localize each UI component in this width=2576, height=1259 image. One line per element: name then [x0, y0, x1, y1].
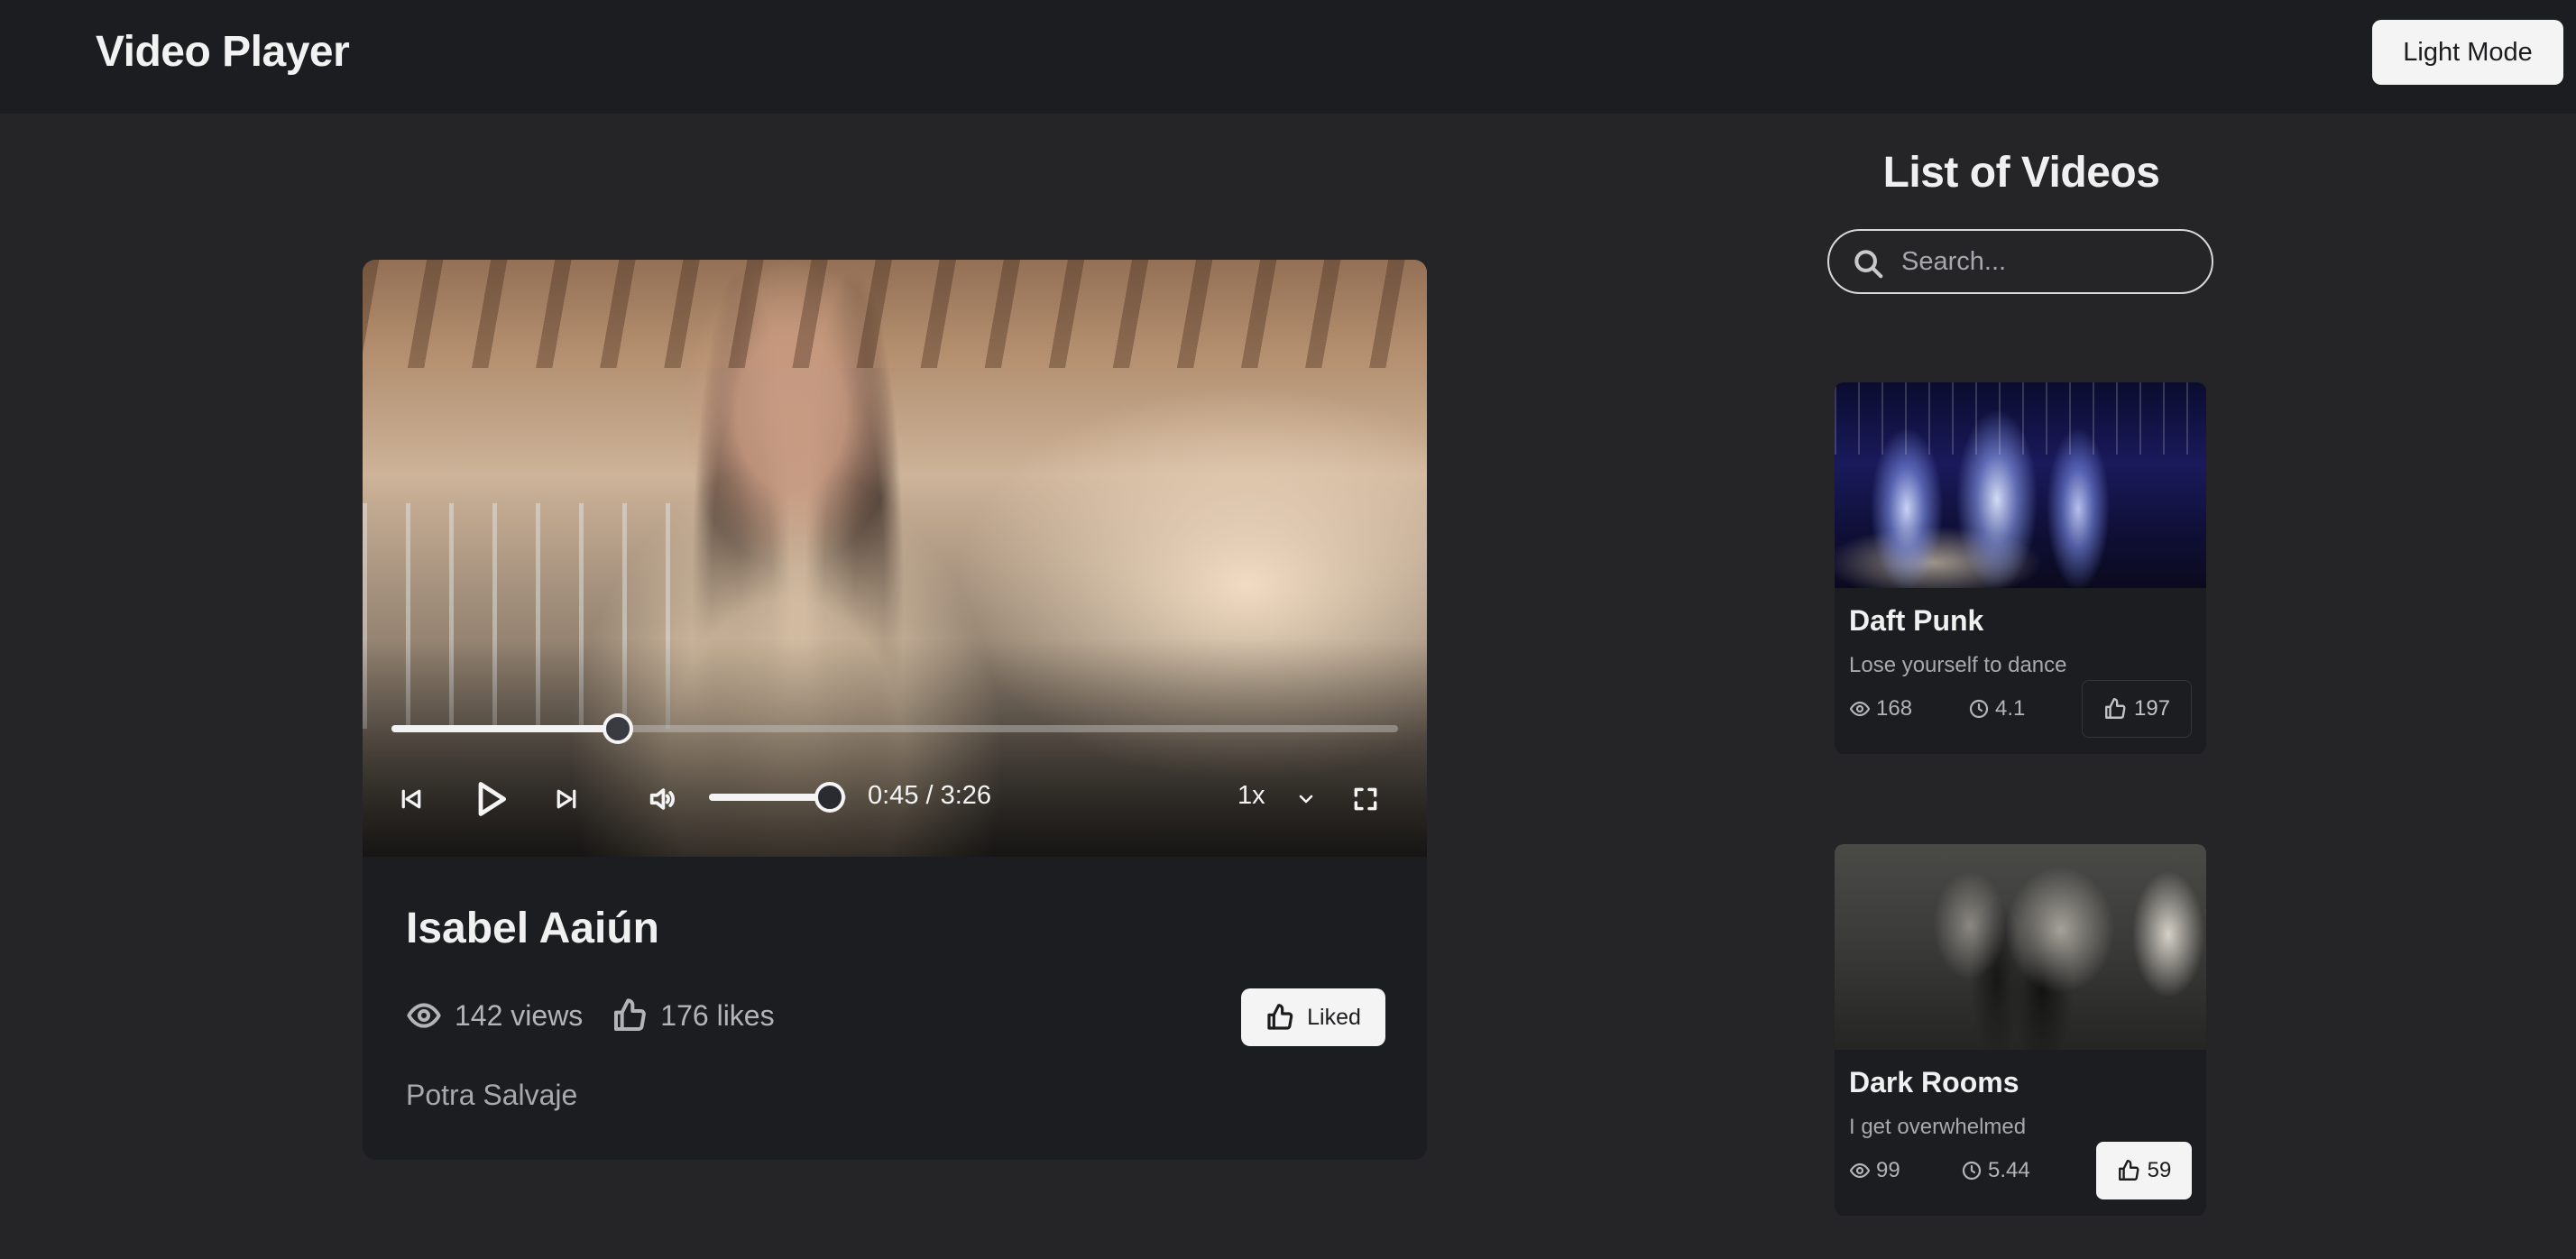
- app-title: Video Player: [96, 28, 350, 76]
- play-button[interactable]: [467, 774, 514, 824]
- chevron-down-icon: [1299, 795, 1313, 804]
- likes-stat: 176 likes: [612, 997, 775, 1034]
- duration-value: 4.1: [1995, 696, 2026, 721]
- liked-button[interactable]: Liked: [1241, 988, 1385, 1046]
- video-thumbnail[interactable]: [1835, 844, 2206, 1050]
- video-list-item[interactable]: Daft Punk Lose yourself to dance 168 4.1…: [1835, 382, 2206, 754]
- light-mode-toggle-button[interactable]: Light Mode: [2372, 20, 2563, 85]
- video-frame-rafters: [363, 260, 1427, 368]
- playback-speed-dropdown[interactable]: [1290, 785, 1322, 813]
- thumbs-up-icon: [2105, 697, 2126, 719]
- video-thumbnail[interactable]: [1835, 382, 2206, 588]
- volume-button[interactable]: [644, 781, 680, 817]
- video-player-card: 0:45 / 3:26 1x Isabel Aaiún 142 views 17…: [363, 260, 1427, 1160]
- volume-slider-fill: [709, 794, 830, 801]
- skip-forward-icon: [557, 789, 576, 809]
- skip-back-icon: [401, 789, 421, 809]
- clock-icon: [1969, 699, 1989, 719]
- video-list-item-description: I get overwhelmed: [1849, 1115, 2027, 1139]
- skip-back-button[interactable]: [395, 783, 428, 815]
- volume-slider[interactable]: [709, 782, 846, 813]
- video-list-item-duration: 4.1: [1968, 696, 2025, 721]
- eye-icon: [1849, 701, 1871, 717]
- controls-overlay: [363, 639, 1427, 857]
- clock-icon: [1962, 1161, 1982, 1181]
- video-list-item-description: Lose yourself to dance: [1849, 653, 2067, 677]
- video-list-item-views: 168: [1849, 696, 1912, 721]
- volume-icon: [649, 788, 675, 810]
- like-button[interactable]: 197: [2082, 680, 2192, 738]
- thumbs-up-icon: [1267, 1004, 1293, 1030]
- volume-slider-thumb[interactable]: [814, 782, 845, 813]
- fullscreen-icon: [1354, 787, 1377, 811]
- time-display: 0:45 / 3:26: [868, 781, 992, 810]
- likes-count: 59: [2147, 1158, 2172, 1182]
- video-list-item-duration: 5.44: [1961, 1158, 2030, 1183]
- video-list-item-views: 99: [1849, 1158, 1900, 1183]
- search-box[interactable]: [1827, 229, 2213, 294]
- eye-icon: [407, 1003, 441, 1028]
- thumbs-up-icon: [614, 998, 647, 1031]
- video-list-item-title: Dark Rooms: [1849, 1066, 2019, 1098]
- progress-bar-thumb[interactable]: [603, 713, 634, 744]
- views-count: 99: [1876, 1158, 1900, 1182]
- progress-bar[interactable]: [391, 713, 1398, 744]
- duration-value: 5.44: [1988, 1158, 2030, 1182]
- search-icon: [1854, 250, 1883, 279]
- views-count: 168: [1876, 696, 1913, 721]
- video-list-title: List of Videos: [1882, 149, 2160, 197]
- app-header: Video Player Light Mode: [0, 0, 2576, 114]
- video-title: Isabel Aaiún: [406, 905, 659, 952]
- play-icon: [478, 782, 507, 816]
- fullscreen-button[interactable]: [1348, 781, 1384, 817]
- likes-count: 197: [2133, 696, 2171, 721]
- eye-icon: [1849, 1163, 1871, 1179]
- search-input[interactable]: [1901, 240, 2199, 283]
- liked-button-label: Liked: [1307, 1004, 1361, 1030]
- progress-bar-fill: [391, 725, 619, 732]
- skip-forward-button[interactable]: [550, 783, 583, 815]
- views-count: 142 views: [455, 998, 584, 1032]
- video-list-item[interactable]: Dark Rooms I get overwhelmed 99 5.44 59: [1835, 844, 2206, 1216]
- likes-count: 176 likes: [660, 998, 775, 1032]
- like-button[interactable]: 59: [2096, 1142, 2192, 1199]
- video-list-item-title: Daft Punk: [1849, 604, 1984, 637]
- channel-name: Potra Salvaje: [406, 1079, 578, 1111]
- views-stat: 142 views: [406, 997, 583, 1034]
- video-stats: 142 views 176 likes: [406, 997, 804, 1034]
- playback-speed-value[interactable]: 1x: [1237, 781, 1265, 811]
- video-frame[interactable]: 0:45 / 3:26 1x: [363, 260, 1427, 857]
- thumbs-up-icon: [2118, 1159, 2139, 1181]
